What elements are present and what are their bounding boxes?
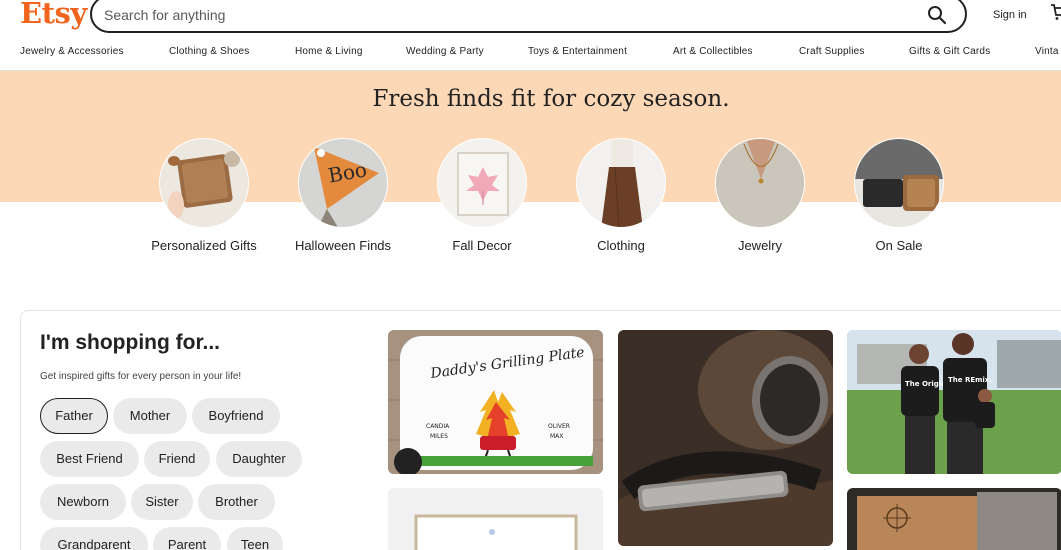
circle-clothing[interactable]: Clothing xyxy=(551,138,691,254)
nav-jewelry-accessories[interactable]: Jewelry & Accessories xyxy=(20,46,124,57)
halloween-finds-image: Boo xyxy=(298,138,388,228)
plate-name-4: MAX xyxy=(550,433,563,440)
chip-brother[interactable]: Brother xyxy=(198,484,275,520)
jewelry-image xyxy=(715,138,805,228)
circle-jewelry[interactable]: Jewelry xyxy=(690,138,830,254)
circle-on-sale[interactable]: On Sale xyxy=(829,138,969,254)
tile-leather-bracelet[interactable] xyxy=(618,330,833,546)
category-nav: Jewelry & Accessories Clothing & Shoes H… xyxy=(0,42,1061,70)
circle-label: Fall Decor xyxy=(452,238,512,253)
etsy-logo[interactable]: Etsy xyxy=(20,0,87,30)
personalized-gifts-image xyxy=(159,138,249,228)
circle-label: Clothing xyxy=(597,238,645,253)
nav-wedding-party[interactable]: Wedding & Party xyxy=(406,46,484,57)
on-sale-image xyxy=(854,138,944,228)
tile-grilling-plate[interactable]: Daddy's Grilling Plate CANDIA MILES OLIV… xyxy=(388,330,603,474)
nav-craft-supplies[interactable]: Craft Supplies xyxy=(799,46,865,57)
fall-decor-image xyxy=(437,138,527,228)
chip-teen[interactable]: Teen xyxy=(227,527,283,550)
hero-title: Fresh finds fit for cozy season. xyxy=(372,86,730,112)
chip-daughter[interactable]: Daughter xyxy=(216,441,302,477)
circle-label: Jewelry xyxy=(737,238,783,253)
chip-father[interactable]: Father xyxy=(40,398,108,434)
nav-clothing-shoes[interactable]: Clothing & Shoes xyxy=(169,46,249,57)
chip-friend[interactable]: Friend xyxy=(144,441,210,477)
chip-newborn[interactable]: Newborn xyxy=(40,484,126,520)
circle-fall-decor[interactable]: Fall Decor xyxy=(412,138,552,254)
tile-matching-shirts[interactable]: The Original The REmix. xyxy=(847,330,1061,474)
plate-name-2: MILES xyxy=(430,433,448,440)
nav-gifts-gift-cards[interactable]: Gifts & Gift Cards xyxy=(909,46,990,57)
search-input[interactable] xyxy=(104,3,904,27)
clothing-image xyxy=(576,138,666,228)
nav-art-collectibles[interactable]: Art & Collectibles xyxy=(673,46,753,57)
chip-best-friend[interactable]: Best Friend xyxy=(40,441,139,477)
cart-icon[interactable] xyxy=(1050,2,1061,22)
chip-grandparent[interactable]: Grandparent xyxy=(40,527,148,550)
shopping-for-title: I'm shopping for... xyxy=(40,331,220,354)
chip-mother[interactable]: Mother xyxy=(113,398,187,434)
tile-wooden-box[interactable] xyxy=(847,488,1061,550)
chip-sister[interactable]: Sister xyxy=(131,484,193,520)
circle-personalized-gifts[interactable]: Personalized Gifts xyxy=(134,138,274,254)
chip-parent[interactable]: Parent xyxy=(153,527,221,550)
site-header: Etsy Sign in xyxy=(0,0,1061,36)
circle-halloween-finds[interactable]: Boo Halloween Finds xyxy=(273,138,413,254)
nav-home-living[interactable]: Home & Living xyxy=(295,46,363,57)
search-bar[interactable] xyxy=(90,0,967,33)
circle-label: Personalized Gifts xyxy=(151,238,257,253)
shopping-for-subtitle: Get inspired gifts for every person in y… xyxy=(40,371,242,382)
chip-boyfriend[interactable]: Boyfriend xyxy=(192,398,280,434)
shirt-right-text: The REmix. xyxy=(948,376,992,384)
plate-name-1: CANDIA xyxy=(426,423,450,430)
nav-toys-entertainment[interactable]: Toys & Entertainment xyxy=(528,46,627,57)
circle-label: Halloween Finds xyxy=(294,238,392,253)
nav-vintage[interactable]: Vinta xyxy=(1035,46,1059,57)
plate-name-3: OLIVER xyxy=(548,423,570,430)
search-icon[interactable] xyxy=(927,5,947,25)
circle-label: On Sale xyxy=(875,238,923,253)
sign-in-link[interactable]: Sign in xyxy=(993,9,1027,21)
tile-framed-print[interactable] xyxy=(388,488,603,550)
